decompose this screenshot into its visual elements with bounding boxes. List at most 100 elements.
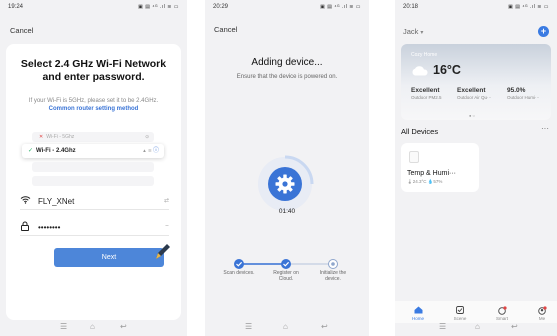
adding-device-screen: 20:29 ▣ ▤ ⁴ᴳ .ıl ≋ ▭ Cancel Adding devic… (205, 0, 369, 336)
hint-text-body: If your Wi-Fi is 5GHz, please set it to … (28, 98, 159, 104)
wifi-row-ssid: Wi-Fi - 5Ghz (46, 134, 75, 140)
home-screen: 20:18 ▣ ▤ ⁴ᴳ .ıl ≋ ▭ Jack ▾ + Cozy Home 1… (395, 0, 557, 336)
device-name: Temp & Humi··· (407, 170, 457, 177)
step-1-dot (234, 259, 244, 269)
swap-icon[interactable]: ⇄ (164, 197, 169, 204)
menu-icon[interactable]: ☰ (60, 323, 67, 331)
status-icons: ▣ ▤ ⁴ᴳ .ıl ≋ ▭ (508, 4, 549, 10)
home-outline-icon[interactable]: ⌂ (90, 323, 95, 331)
page-subtitle: Ensure that the device is powered on. (236, 74, 338, 80)
network-name: FLY_XNet (38, 197, 75, 206)
next-button[interactable]: Next (54, 248, 164, 267)
smart-icon (487, 305, 517, 315)
eye-icon[interactable]: ⌣ (165, 223, 169, 230)
password-value: •••••••• (38, 223, 61, 232)
wifi-row-placeholder (32, 176, 154, 186)
weather-stat-humidity: 95.0% Outdoor Humi··· (507, 87, 557, 100)
home-outline-icon[interactable]: ⌂ (283, 323, 288, 331)
lock-icon (20, 221, 30, 233)
cancel-button[interactable]: Cancel (10, 26, 33, 35)
page-indicator: ● ○ (469, 113, 475, 118)
add-device-button[interactable]: + (538, 26, 549, 37)
wifi-setup-card: Select 2.4 GHz Wi-Fi Network and enter p… (6, 44, 181, 320)
system-nav-bar: ☰ ⌂ ↩ (395, 322, 557, 336)
page-title: Adding device... (251, 57, 323, 68)
lock-icon: ⊙ (145, 134, 149, 139)
device-stats: 🌡24.3°C 💧57% (407, 179, 443, 184)
home-icon (403, 305, 433, 315)
wifi-icon (20, 195, 31, 206)
home-name: Jack (403, 27, 419, 36)
wifi-row-ssid: Wi-Fi - 2.4Ghz (36, 148, 76, 154)
temperature: 16°C (433, 63, 461, 77)
scene-icon (445, 305, 475, 315)
stat-label: Outdoor Humi··· (507, 95, 540, 100)
status-icons: ▣ ▤ ⁴ᴳ .ıl ≋ ▭ (320, 4, 361, 10)
home-outline-icon[interactable]: ⌂ (475, 323, 480, 331)
cloud-icon (412, 66, 428, 76)
weather-card: Cozy Home 16°C Excellent Outdoor PM2.5 E… (401, 44, 551, 120)
tab-label: Me (538, 316, 546, 321)
home-selector[interactable]: Jack ▾ (403, 27, 423, 36)
cancel-button[interactable]: Cancel (214, 25, 237, 34)
router-setting-link[interactable]: Common router setting method (49, 106, 139, 112)
sensor-icon (409, 151, 419, 163)
stat-label: Outdoor PM2.5 (411, 95, 442, 100)
weather-stat-pm25: Excellent Outdoor PM2.5 (411, 87, 461, 100)
me-icon (527, 305, 557, 315)
network-field[interactable]: FLY_XNet ⇄ (20, 194, 169, 210)
page-title: Select 2.4 GHz Wi-Fi Network and enter p… (20, 58, 167, 83)
section-title: All Devices (401, 127, 439, 136)
step-label-register: Register on Cloud. (273, 270, 299, 282)
hint-text: If your Wi-Fi is 5GHz, please set it to … (20, 98, 167, 113)
tab-label: Smart (495, 316, 508, 321)
more-icon[interactable]: ··· (541, 124, 549, 133)
divider (20, 235, 169, 236)
weather-stat-air-quality: Excellent Outdoor Air Qu··· (457, 87, 507, 100)
tab-smart[interactable]: Smart (487, 305, 517, 321)
status-bar: 20:29 ▣ ▤ ⁴ᴳ .ıl ≋ ▭ (213, 4, 361, 14)
status-bar: 20:18 ▣ ▤ ⁴ᴳ .ıl ≋ ▭ (403, 4, 549, 14)
device-card[interactable]: Temp & Humi··· 🌡24.3°C 💧57% (401, 143, 479, 192)
back-icon[interactable]: ↩ (120, 323, 127, 331)
status-time: 20:18 (403, 4, 419, 10)
system-nav-bar: ☰ ⌂ ↩ (0, 322, 187, 336)
info-icon: ⓘ (152, 148, 159, 154)
check-icon: ✓ (28, 148, 34, 154)
countdown-timer: 01:40 (278, 208, 296, 215)
status-time: 19:24 (8, 4, 24, 10)
back-icon[interactable]: ↩ (511, 323, 518, 331)
status-time: 20:29 (213, 4, 229, 10)
status-bar: 19:24 ▣ ▤ ⁴ᴳ .ıl ≋ ▭ (8, 4, 179, 14)
stat-label: Outdoor Air Qu··· (457, 95, 492, 100)
tab-home[interactable]: Home (403, 305, 433, 321)
tab-me[interactable]: Me (527, 305, 557, 321)
step-label-initialize: Initialize the device. (319, 270, 347, 282)
bottom-tab-bar: Home Scene Smart Me (395, 301, 557, 323)
wifi-setup-screen: 19:24 ▣ ▤ ⁴ᴳ .ıl ≋ ▭ Cancel Select 2.4 G… (0, 0, 187, 336)
pencil-pointer-icon (156, 244, 170, 259)
wifi-signal-icon: ▲ ≋ ⓘ (142, 148, 159, 154)
menu-icon[interactable]: ☰ (245, 323, 252, 331)
tab-scene[interactable]: Scene (445, 305, 475, 321)
step-label-scan: Scan devices. (223, 270, 255, 276)
step-2-dot (281, 259, 291, 269)
status-icons: ▣ ▤ ⁴ᴳ .ıl ≋ ▭ (138, 4, 179, 10)
wifi-illustration: ✕ Wi-Fi - 5Ghz ⊙ ✓ Wi-Fi - 2.4Ghz ▲ ≋ ⓘ (18, 130, 170, 192)
tab-label: Scene (453, 316, 467, 321)
stat-value: Excellent (457, 87, 486, 94)
wifi-row-5ghz: ✕ Wi-Fi - 5Ghz ⊙ (32, 132, 154, 142)
stat-value: 95.0% (507, 87, 526, 94)
menu-icon[interactable]: ☰ (439, 323, 446, 331)
weather-home-label: Cozy Home (411, 52, 438, 58)
system-nav-bar: ☰ ⌂ ↩ (205, 322, 369, 336)
divider (20, 209, 169, 210)
x-icon: ✕ (39, 134, 44, 140)
chevron-down-icon: ▾ (420, 30, 424, 36)
wifi-row-placeholder (32, 162, 154, 172)
back-icon[interactable]: ↩ (321, 323, 328, 331)
password-field[interactable]: •••••••• ⌣ (20, 220, 169, 236)
tab-label: Home (411, 316, 424, 321)
wifi-row-24ghz: ✓ Wi-Fi - 2.4Ghz ▲ ≋ ⓘ (22, 144, 164, 158)
stat-value: Excellent (411, 87, 440, 94)
